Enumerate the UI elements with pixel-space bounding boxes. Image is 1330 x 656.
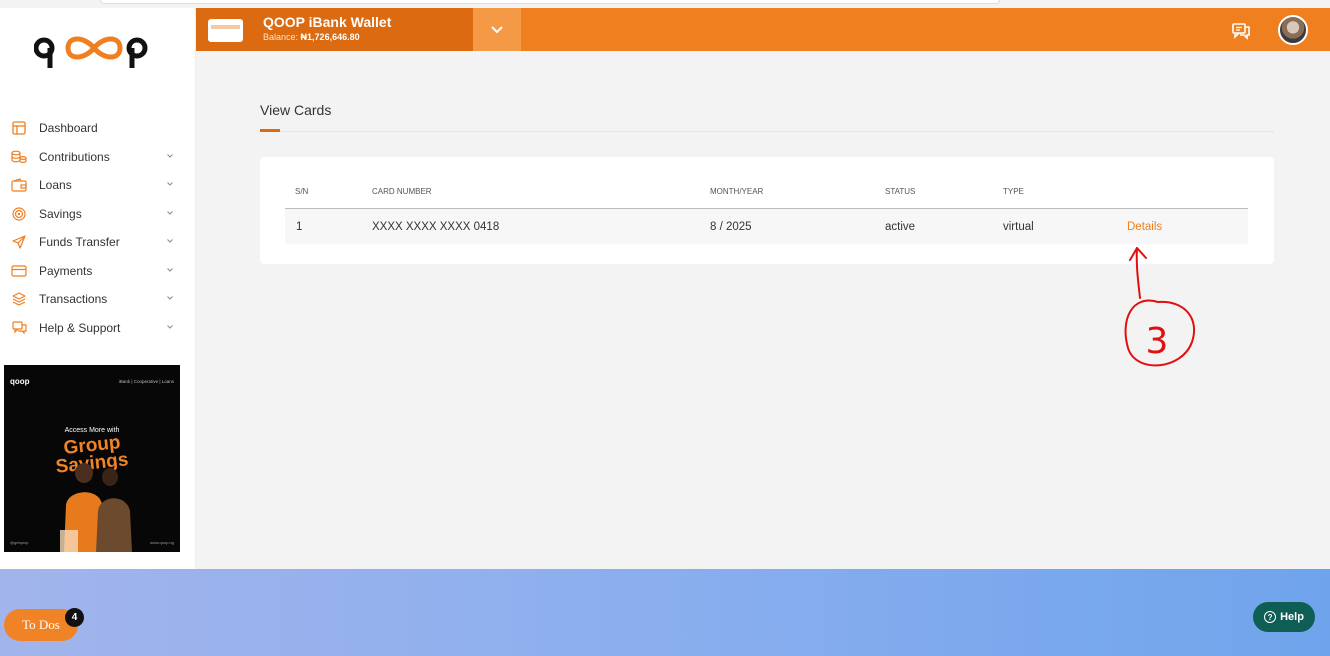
chevron-down-icon bbox=[167, 239, 173, 243]
browser-chrome-strip bbox=[0, 0, 1330, 8]
details-link[interactable]: Details bbox=[1127, 221, 1162, 233]
chevron-down-icon bbox=[167, 182, 173, 186]
column-header-status: STATUS bbox=[885, 187, 916, 196]
promo-handle: @getqoop bbox=[10, 540, 29, 545]
target-icon bbox=[11, 206, 27, 222]
promo-website: www.qoop.ng bbox=[150, 540, 174, 545]
sidebar-item-savings[interactable]: Savings bbox=[0, 200, 196, 229]
annotation-label: 3 bbox=[1146, 321, 1169, 362]
sidebar-item-label: Transactions bbox=[39, 292, 108, 307]
title-underline bbox=[260, 129, 280, 132]
coins-icon bbox=[11, 149, 27, 165]
sidebar-item-funds-transfer[interactable]: Funds Transfer bbox=[0, 228, 196, 257]
page-title: View Cards bbox=[260, 102, 332, 118]
cell-sn: 1 bbox=[296, 221, 303, 233]
question-icon: ? bbox=[1264, 611, 1277, 623]
top-bar: QOOP iBank Wallet Balance: ₦1,726,646.80 bbox=[196, 8, 1330, 51]
sidebar-item-contributions[interactable]: Contributions bbox=[0, 143, 196, 172]
chevron-down-icon bbox=[167, 153, 173, 158]
sidebar-item-label: Help & Support bbox=[39, 320, 121, 335]
sidebar-item-payments[interactable]: Payments bbox=[0, 257, 196, 286]
help-label: Help bbox=[1280, 611, 1304, 623]
sidebar-item-label: Loans bbox=[39, 178, 72, 193]
title-divider bbox=[260, 131, 1274, 132]
wallet-title: QOOP iBank Wallet bbox=[263, 14, 392, 30]
sidebar-item-dashboard[interactable]: Dashboard bbox=[0, 114, 196, 143]
page-background-gradient bbox=[0, 569, 1330, 656]
support-icon bbox=[11, 320, 27, 336]
chevron-down-icon bbox=[491, 25, 503, 33]
user-avatar[interactable] bbox=[1278, 15, 1308, 45]
table-header: S/N CARD NUMBER MONTH/YEAR STATUS TYPE bbox=[285, 179, 1248, 209]
cell-status: active bbox=[885, 221, 916, 233]
wallet-dropdown-button[interactable] bbox=[473, 8, 521, 51]
annotation-arrow-3: 3 bbox=[1124, 247, 1195, 367]
support-chat-icon[interactable] bbox=[1231, 21, 1251, 41]
dashboard-icon bbox=[11, 120, 27, 136]
sidebar-item-label: Funds Transfer bbox=[39, 235, 120, 250]
sidebar-item-label: Savings bbox=[39, 206, 82, 221]
sidebar-item-transactions[interactable]: Transactions bbox=[0, 285, 196, 314]
send-icon bbox=[11, 234, 27, 250]
group-savings-promo-banner[interactable]: qoop iBank | Cooperative | Loans Access … bbox=[4, 365, 180, 552]
sidebar-nav: Dashboard Contributions Loans Savings Fu… bbox=[0, 114, 196, 342]
balance-value: ₦1,726,646.80 bbox=[300, 32, 360, 42]
cell-card-number: XXXX XXXX XXXX 0418 bbox=[372, 221, 500, 233]
column-header-month-year: MONTH/YEAR bbox=[710, 187, 764, 196]
card-icon bbox=[11, 263, 27, 279]
qoop-logo[interactable] bbox=[34, 28, 154, 76]
balance-label: Balance: bbox=[263, 32, 299, 42]
sidebar: Dashboard Contributions Loans Savings Fu… bbox=[0, 8, 196, 569]
chevron-down-icon bbox=[167, 324, 173, 329]
column-header-sn: S/N bbox=[295, 187, 309, 196]
promo-brand: qoop bbox=[10, 377, 30, 386]
sidebar-item-label: Payments bbox=[39, 263, 93, 278]
help-button[interactable]: ? Help bbox=[1253, 602, 1315, 632]
column-header-type: TYPE bbox=[1003, 187, 1024, 196]
sidebar-item-loans[interactable]: Loans bbox=[0, 171, 196, 200]
cell-type: virtual bbox=[1003, 221, 1034, 233]
wallet-selector[interactable]: QOOP iBank Wallet Balance: ₦1,726,646.80 bbox=[196, 8, 473, 51]
wallet-card-icon bbox=[208, 19, 243, 42]
promo-artwork: qoop iBank | Cooperative | Loans Access … bbox=[4, 365, 180, 552]
todos-count-badge: 4 bbox=[65, 608, 84, 627]
table-row: 1 XXXX XXXX XXXX 0418 8 / 2025 active vi… bbox=[285, 209, 1248, 244]
wallet-icon bbox=[11, 177, 27, 193]
chevron-down-icon bbox=[167, 296, 173, 300]
address-bar-edge bbox=[100, 0, 1000, 4]
wallet-balance: Balance: ₦1,726,646.80 bbox=[263, 32, 360, 42]
chevron-down-icon bbox=[167, 267, 173, 272]
layers-icon bbox=[11, 291, 27, 307]
todos-label: To Dos bbox=[22, 617, 60, 632]
sidebar-item-help-support[interactable]: Help & Support bbox=[0, 314, 196, 343]
sidebar-item-label: Dashboard bbox=[39, 121, 98, 136]
promo-tagline: iBank | Cooperative | Loans bbox=[119, 379, 175, 384]
sidebar-item-label: Contributions bbox=[39, 149, 110, 164]
column-header-card-number: CARD NUMBER bbox=[372, 187, 432, 196]
chevron-down-icon bbox=[167, 210, 173, 215]
cell-month-year: 8 / 2025 bbox=[710, 221, 752, 233]
